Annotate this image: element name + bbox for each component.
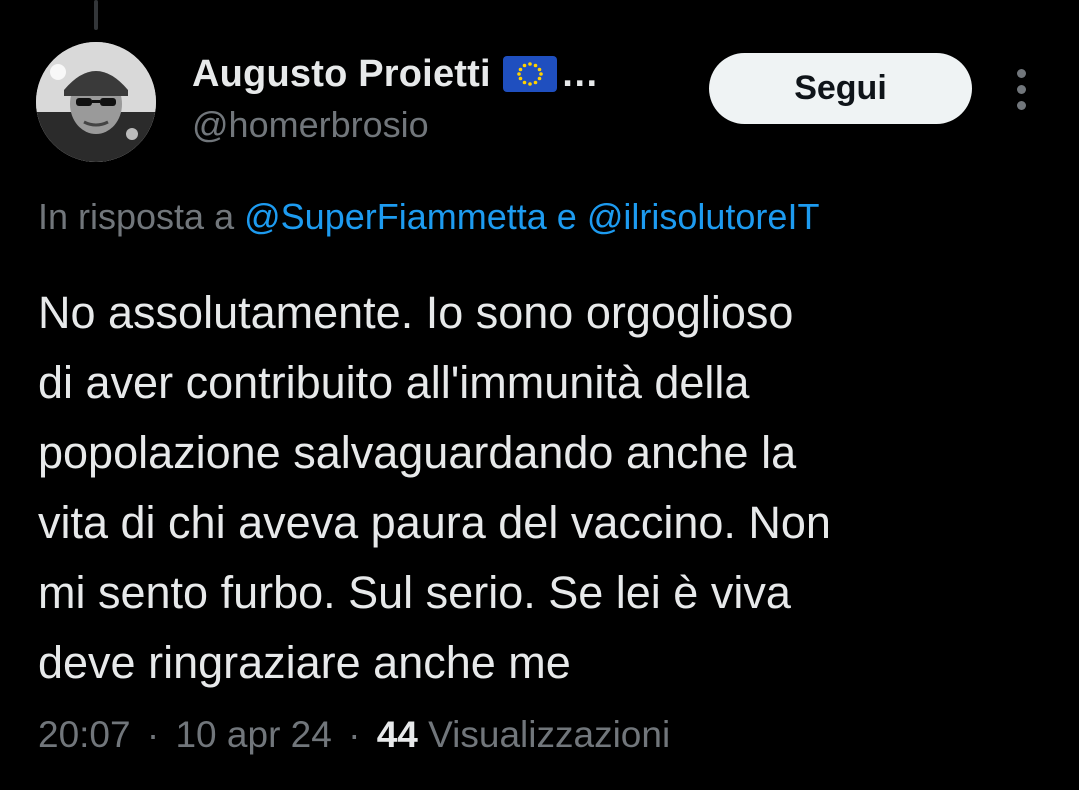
avatar-image: [36, 42, 156, 162]
tweet-detail: Augusto Proietti … @homerbrosio Segui In…: [0, 0, 1079, 790]
views-label[interactable]: Visualizzazioni: [428, 714, 670, 755]
tweet-text-line: di aver contribuito all'immunità della: [38, 357, 750, 408]
more-dot: [1016, 100, 1026, 110]
name-truncation: …: [560, 52, 599, 95]
author-name-row[interactable]: Augusto Proietti …: [192, 52, 599, 96]
author-display-name[interactable]: Augusto Proietti: [192, 53, 491, 96]
mention-link[interactable]: @ilrisolutoreIT: [587, 196, 820, 237]
author-info: Augusto Proietti … @homerbrosio: [192, 52, 599, 146]
author-handle[interactable]: @homerbrosio: [192, 104, 599, 146]
tweet-text-line: deve ringraziare anche me: [38, 637, 571, 688]
meta-separator: ·: [348, 714, 361, 755]
tweet-meta: 20:07 · 10 apr 24 · 44 Visualizzazioni: [38, 714, 670, 756]
tweet-text-line: mi sento furbo. Sul serio. Se lei è viva: [38, 567, 791, 618]
more-dot: [1016, 68, 1026, 78]
thread-connector-line: [94, 0, 98, 30]
tweet-text: No assolutamente. Io sono orgoglioso di …: [38, 278, 1048, 698]
reply-prefix: In risposta a: [38, 196, 235, 237]
tweet-date[interactable]: 10 apr 24: [175, 714, 331, 755]
tweet-time[interactable]: 20:07: [38, 714, 131, 755]
tweet-text-line: vita di chi aveva paura del vaccino. Non: [38, 497, 831, 548]
tweet-text-line: popolazione salvaguardando anche la: [38, 427, 797, 478]
more-vertical-icon[interactable]: [1004, 62, 1038, 116]
eu-flag-icon: [502, 56, 557, 92]
meta-separator: ·: [146, 714, 160, 755]
tweet-text-line: No assolutamente. Io sono orgoglioso: [38, 287, 794, 338]
mention-conjunction[interactable]: e: [557, 196, 577, 237]
follow-button[interactable]: Segui: [709, 53, 972, 124]
views-count[interactable]: 44: [377, 714, 418, 755]
more-dot: [1016, 84, 1026, 94]
mention-link[interactable]: @SuperFiammetta: [244, 196, 547, 237]
reply-context: In risposta a @SuperFiammetta e @ilrisol…: [38, 196, 819, 238]
avatar[interactable]: [36, 42, 156, 162]
